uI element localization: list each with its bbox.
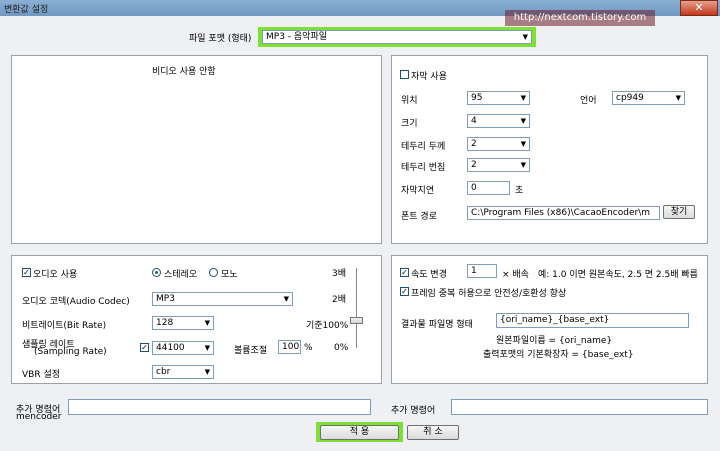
border-blur-value: 2 (471, 160, 477, 170)
chevron-down-icon: ▼ (520, 140, 526, 148)
language-label: 언어 (580, 96, 597, 106)
chevron-down-icon: ▼ (520, 161, 526, 169)
border-blur-label: 테두리 번짐 (401, 163, 446, 173)
size-value: 4 (471, 116, 477, 126)
speed-input[interactable]: 1 (467, 264, 497, 278)
border-width-value: 2 (471, 139, 477, 149)
bitrate-label: 비트레이트(Bit Rate) (22, 321, 107, 331)
chevron-down-icon: ▼ (204, 344, 210, 352)
video-panel (11, 55, 382, 244)
speed-enable-label: 속도 변경 (411, 270, 447, 280)
scale-zero: 0% (334, 343, 349, 353)
bitrate-select[interactable]: 128 ▼ (152, 316, 214, 330)
subtitle-enable-checkbox[interactable] (400, 70, 409, 79)
frame-dup-label: 프레임 중복 허용으로 안전성/호환성 향상 (411, 289, 567, 299)
delay-label: 자막지연 (401, 186, 435, 196)
apply-button[interactable]: 적 용 (320, 425, 399, 440)
codec-select[interactable]: MP3 ▼ (152, 292, 293, 306)
output-name-input[interactable]: {ori_name}_{base_ext} (496, 313, 689, 328)
sampling-value: 44100 (156, 343, 185, 353)
window-title: 변환값 설정 (4, 5, 49, 15)
language-value: cp949 (616, 93, 644, 103)
hint-ori-name: 원본파일이름 = {ori_name} (496, 336, 613, 346)
subtitle-enable-label: 자막 사용 (411, 72, 447, 82)
video-disabled-message: 비디오 사용 안함 (152, 67, 216, 77)
scale-base: 기준100% (306, 321, 349, 331)
hint-base-ext: 출력포맷의 기본확장자 = {base_ext} (483, 350, 634, 360)
file-format-label: 파일 포맷 (형태) (189, 34, 252, 44)
frame-dup-checkbox[interactable]: ✓ (400, 287, 409, 296)
sampling-checkbox[interactable]: ✓ (140, 343, 149, 352)
browse-button[interactable]: 찾기 (663, 205, 695, 219)
vbr-select[interactable]: cbr ▼ (152, 365, 214, 379)
language-select[interactable]: cp949 ▼ (612, 91, 685, 105)
file-format-select[interactable]: MP3 - 음악파일 ▼ (262, 30, 532, 44)
position-value: 95 (471, 93, 483, 103)
volume-unit: % (304, 343, 313, 353)
speed-example: 예: 1.0 이면 원본속도, 2.5 면 2.5배 빠름 (538, 270, 698, 280)
vbr-label: VBR 설정 (22, 370, 61, 380)
chevron-down-icon: ▼ (283, 295, 289, 303)
mono-label: 모노 (221, 270, 238, 280)
mencoder-label-en: mencoder (16, 412, 62, 422)
vbr-value: cbr (156, 367, 171, 377)
stereo-label: 스테레오 (164, 270, 198, 280)
output-name-label: 결과물 파일명 형태 (401, 320, 473, 330)
position-label: 위치 (401, 96, 418, 106)
chevron-down-icon: ▼ (204, 368, 210, 376)
delay-unit: 초 (515, 186, 524, 196)
speed-unit: × 배속 (502, 270, 529, 280)
volume-slider-track[interactable] (356, 268, 357, 348)
chevron-down-icon: ▼ (522, 33, 528, 41)
cancel-button[interactable]: 취 소 (407, 425, 459, 440)
volume-slider-handle[interactable] (350, 317, 363, 324)
bitrate-value: 128 (156, 318, 174, 328)
volume-input[interactable]: 100 (278, 340, 301, 354)
scale-2x: 2배 (332, 295, 347, 305)
codec-label: 오디오 코덱(Audio Codec) (22, 297, 130, 307)
speed-enable-checkbox[interactable]: ✓ (400, 268, 409, 277)
extra-command-input[interactable] (451, 399, 708, 415)
sampling-label-en: (Sampling Rate) (34, 347, 107, 357)
stereo-radio[interactable] (152, 268, 161, 277)
chevron-down-icon: ▼ (520, 117, 526, 125)
delay-input[interactable]: 0 (467, 181, 510, 195)
size-select[interactable]: 4 ▼ (467, 114, 530, 128)
volume-label: 볼륨조절 (234, 346, 268, 356)
extra-command-label: 추가 명령어 (391, 406, 436, 416)
size-label: 크기 (401, 119, 418, 129)
watermark-url: http://nextcom.tistory.com (505, 10, 655, 26)
audio-enable-label: 오디오 사용 (33, 270, 78, 280)
font-path-label: 폰트 경로 (401, 212, 437, 222)
codec-value: MP3 (156, 294, 175, 304)
position-select[interactable]: 95 ▼ (467, 91, 530, 105)
chevron-down-icon: ▼ (204, 319, 210, 327)
sampling-select[interactable]: 44100 ▼ (152, 341, 214, 355)
border-width-select[interactable]: 2 ▼ (467, 137, 530, 151)
chevron-down-icon: ▼ (675, 94, 681, 102)
border-width-label: 테두리 두께 (401, 142, 446, 152)
close-button[interactable]: ✕ (680, 0, 718, 16)
audio-enable-checkbox[interactable]: ✓ (22, 268, 31, 277)
file-format-value: MP3 - 음악파일 (266, 32, 328, 42)
scale-3x: 3배 (332, 269, 347, 279)
mencoder-input[interactable] (68, 399, 371, 415)
chevron-down-icon: ▼ (520, 94, 526, 102)
border-blur-select[interactable]: 2 ▼ (467, 158, 530, 172)
mono-radio[interactable] (209, 268, 218, 277)
font-path-input[interactable]: C:\Program Files (x86)\CacaoEncoder\m (467, 206, 660, 220)
